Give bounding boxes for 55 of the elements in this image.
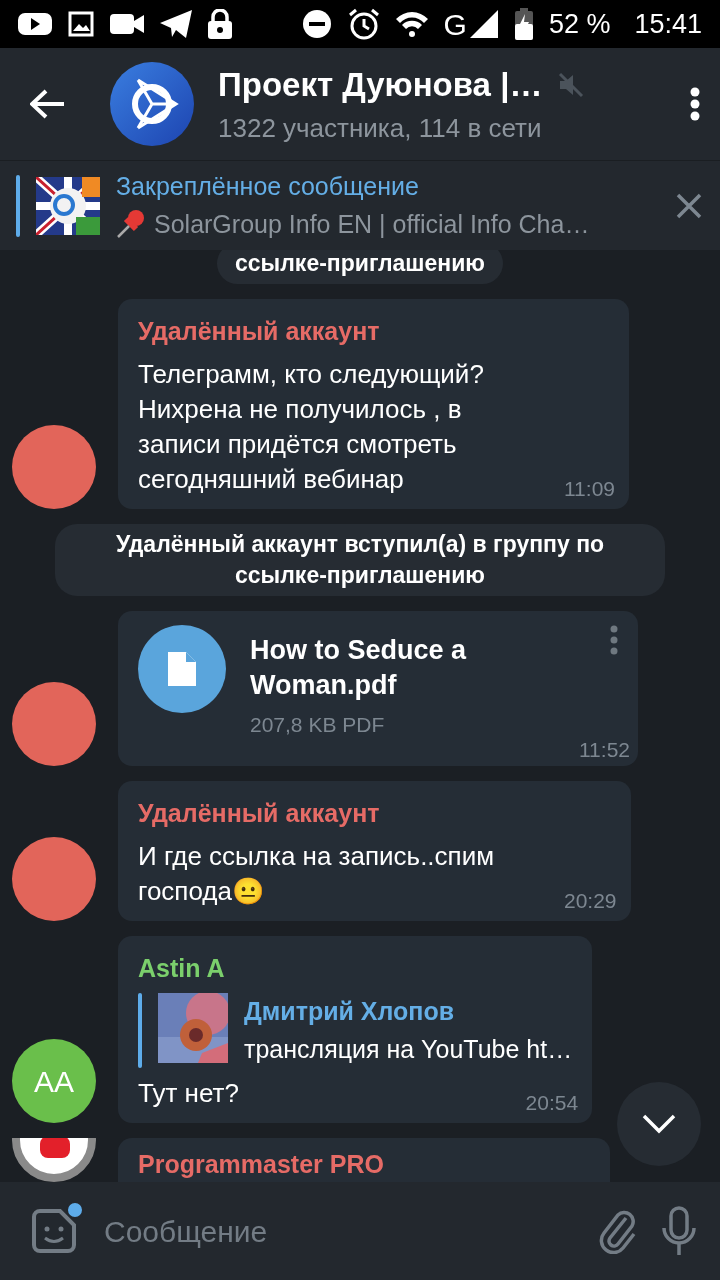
reply-text: трансляция на YouTube ht… <box>244 1033 573 1065</box>
more-icon[interactable] <box>610 624 618 655</box>
clock-time: 15:41 <box>634 7 702 41</box>
lock-icon <box>208 9 232 39</box>
message-time: 11:09 <box>564 476 615 501</box>
message-time: 11:52 <box>579 738 630 762</box>
file-size: 207,8 KB PDF <box>250 711 386 738</box>
document-icon <box>168 651 196 686</box>
sender-name[interactable]: Astin A <box>138 949 573 987</box>
battery-percent: 52 % <box>548 7 611 41</box>
pinned-message-bar[interactable]: Закреплённое сообщение SolarGroup Info EN | official Info Cha… <box>0 160 720 250</box>
reply-author: Дмитрий Хлопов <box>244 996 456 1027</box>
message-text: Тут нет? <box>138 1077 239 1110</box>
video-app-icon <box>18 11 52 37</box>
message-text: Телеграмм, кто следующий? Нихрена не получилось , в записи придётся смотреть сегодняшний вебинар <box>138 357 485 496</box>
sender-name[interactable]: Удалённый аккаунт <box>138 313 609 351</box>
message-input[interactable]: Сообщение <box>102 1207 574 1255</box>
network-type: G <box>443 6 467 43</box>
group-avatar-icon <box>110 62 194 146</box>
camera-icon <box>110 12 144 36</box>
back-arrow-icon <box>30 89 66 119</box>
reply-preview[interactable]: Дмитрий Хлопов трансляция на YouTube ht… <box>138 993 573 1068</box>
service-message: ссылке-приглашению <box>217 250 503 284</box>
alarm-icon <box>347 8 380 40</box>
message-time: 20:54 <box>525 1091 579 1115</box>
sticker-icon <box>30 1207 78 1255</box>
more-button[interactable] <box>690 87 700 121</box>
sender-name[interactable]: Programmaster PRO <box>138 1146 590 1182</box>
message-composer[interactable]: Сообщение <box>0 1182 720 1280</box>
pinned-label: Закреплённое сообщение <box>116 171 420 202</box>
chat-title: Проект Дуюнова |… <box>218 64 543 105</box>
pinned-text: SolarGroup Info EN | official Info Cha… <box>154 208 590 240</box>
close-icon <box>676 192 702 219</box>
microphone-button[interactable] <box>662 1206 696 1256</box>
message-time: 20:29 <box>564 888 617 913</box>
do-not-disturb-icon <box>301 9 332 39</box>
microphone-icon <box>662 1206 696 1256</box>
member-count: 1322 участника, 114 в сети <box>218 112 543 146</box>
file-name: How to Seduce a Woman.pdf <box>250 633 468 702</box>
sender-name[interactable]: Удалённый аккаунт <box>138 795 611 833</box>
attach-button[interactable] <box>598 1208 638 1254</box>
battery-icon <box>514 8 533 40</box>
more-icon <box>690 87 700 121</box>
paper-plane-icon <box>160 10 192 38</box>
close-button[interactable] <box>676 192 702 219</box>
message-text: И где ссылка на запись..спим господа😐 <box>138 839 496 908</box>
avatar[interactable]: AA <box>12 1039 96 1123</box>
image-icon <box>68 11 94 37</box>
signal-icon <box>468 9 499 39</box>
paperclip-icon <box>598 1208 638 1254</box>
back-button[interactable] <box>30 89 66 119</box>
chevron-down-icon <box>642 1114 676 1134</box>
pushpin-icon <box>116 209 146 240</box>
wifi-icon <box>395 11 428 37</box>
service-message: Удалённый аккаунт вступил(а) в группу по ссылке-приглашению <box>55 523 665 596</box>
